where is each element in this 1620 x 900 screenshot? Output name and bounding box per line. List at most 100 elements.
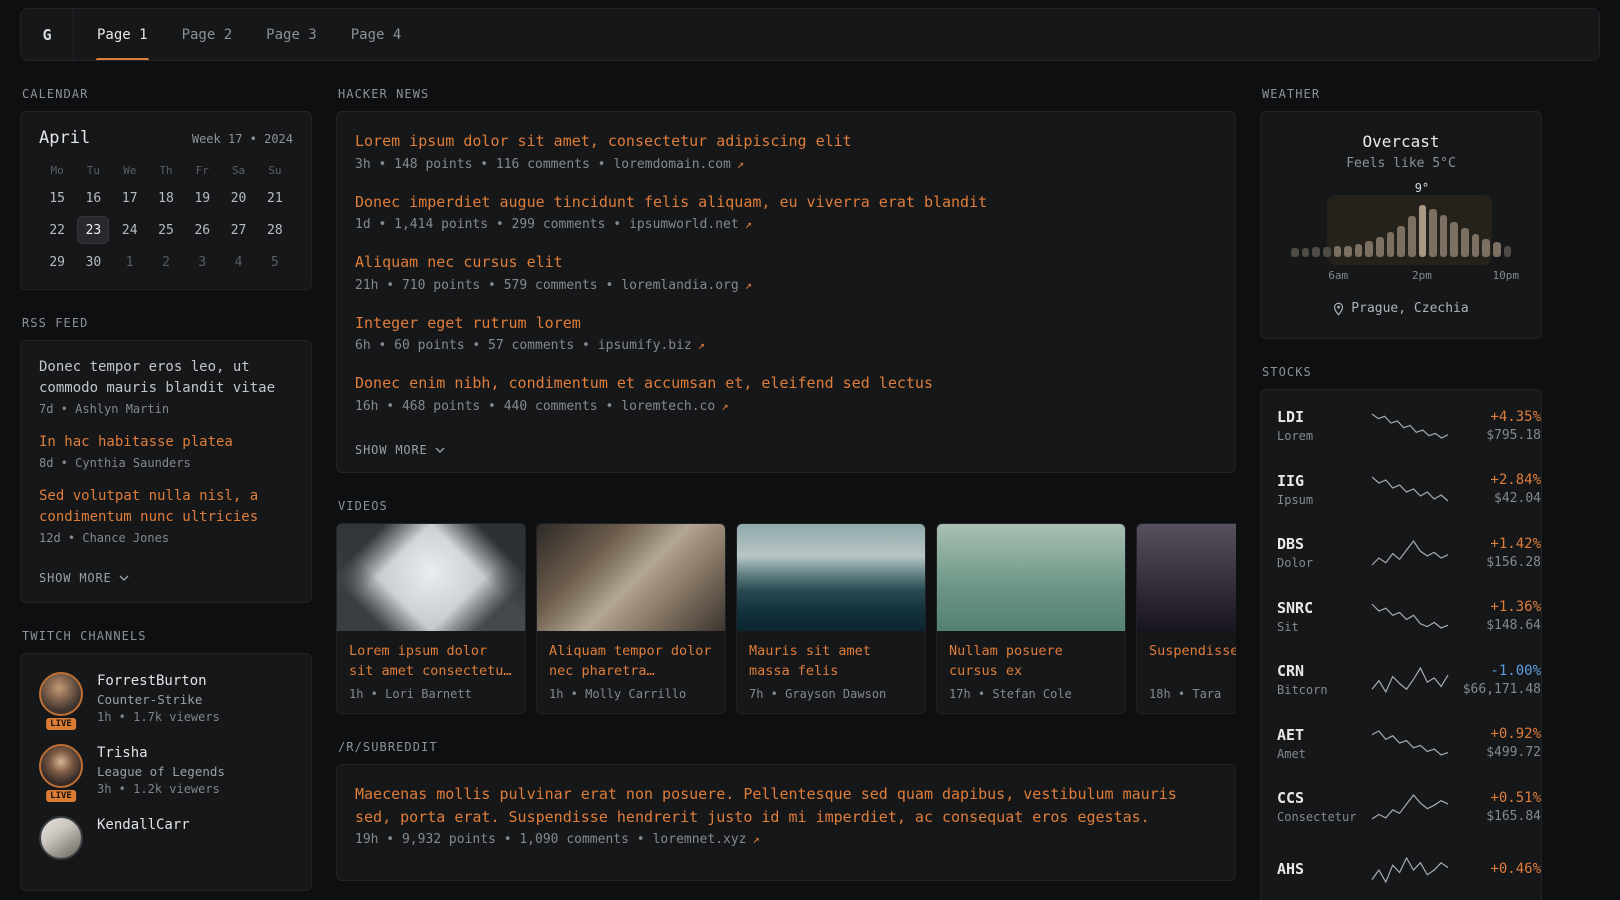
twitch-channel[interactable]: LIVEForrestBurtonCounter-Strike1h • 1.7k… — [39, 672, 293, 724]
video-card[interactable]: Suspendisse diam18h • Tara — [1136, 523, 1236, 715]
news-item-meta-text: 3h • 148 points • 116 comments • — [355, 157, 605, 172]
rss-item-title: Sed volutpat nulla nisl, a condimentum n… — [39, 486, 293, 528]
video-card[interactable]: Nullam posuere cursus ex17h • Stefan Col… — [936, 523, 1126, 715]
weather-bar — [1387, 232, 1395, 257]
source-link[interactable]: loremdomain.com — [613, 157, 730, 172]
weather-card: Overcast Feels like 5°C 9° 6am2pm10pm Pr… — [1260, 111, 1542, 339]
app-logo[interactable]: G — [21, 9, 74, 60]
calendar-header: April Week 17 • 2024 — [39, 128, 293, 148]
stocks-widget: STOCKS LDILorem+4.35%$795.18IIGIpsum+2.8… — [1260, 365, 1542, 900]
calendar-day: 28 — [260, 217, 290, 243]
news-item[interactable]: Aliquam nec cursus elit 21h • 710 points … — [355, 251, 1217, 293]
stock-ticker: AHS — [1277, 860, 1371, 878]
stock-row[interactable]: AETAmet+0.92%$499.72 — [1277, 712, 1525, 776]
source-link[interactable]: loremlandia.org — [621, 278, 738, 293]
weather-bar — [1440, 215, 1448, 257]
stock-price: $42.04 — [1449, 491, 1541, 506]
stock-sparkline — [1371, 539, 1449, 567]
news-item[interactable]: Lorem ipsum dolor sit amet, consectetur … — [355, 130, 1217, 172]
calendar-day: 15 — [42, 185, 72, 211]
weather-bar — [1376, 237, 1384, 257]
stock-change: +1.42% — [1449, 536, 1541, 552]
source-link[interactable]: ipsumworld.net — [629, 217, 739, 232]
stock-row[interactable]: CRNBitcorn-1.00%$66,171.48 — [1277, 648, 1525, 712]
rss-item-meta: 7d • Ashlyn Martin — [39, 402, 293, 416]
calendar-day-selected: 23 — [78, 217, 108, 243]
news-item[interactable]: Integer eget rutrum lorem6h • 60 points … — [355, 312, 1217, 354]
news-item[interactable]: Maecenas mollis pulvinar erat non posuer… — [355, 783, 1217, 847]
rss-item[interactable]: Donec tempor eros leo, ut commodo mauris… — [39, 357, 293, 416]
news-item[interactable]: Donec enim nibh, condimentum et accumsan… — [355, 372, 1217, 414]
rss-item-list: Donec tempor eros leo, ut commodo mauris… — [39, 357, 293, 545]
rss-item-title: In hac habitasse platea — [39, 432, 293, 453]
twitch-channel-category: Counter-Strike — [97, 692, 220, 707]
news-item-title: Aliquam nec cursus elit — [355, 251, 1217, 274]
weather-bar — [1344, 246, 1352, 257]
video-card[interactable]: Lorem ipsum dolor sit amet consectetu…1h… — [336, 523, 526, 715]
calendar-day: 18 — [151, 185, 181, 211]
news-item-title: Lorem ipsum dolor sit amet, consectetur … — [355, 130, 1217, 153]
stock-sparkline-svg — [1371, 666, 1449, 694]
video-thumbnail — [737, 524, 925, 631]
news-item-meta-text: 1d • 1,414 points • 299 comments • — [355, 217, 621, 232]
stock-row[interactable]: SNRCSit+1.36%$148.64 — [1277, 585, 1525, 649]
weather-bar — [1291, 248, 1299, 257]
weather-location: Prague, Czechia — [1279, 301, 1523, 316]
weather-bar — [1450, 222, 1458, 257]
tab-page-2[interactable]: Page 2 — [165, 9, 250, 60]
tab-page-4[interactable]: Page 4 — [334, 9, 419, 60]
stock-ticker: CCS — [1277, 789, 1371, 807]
weather-bar — [1472, 234, 1480, 257]
subreddit-widget-title: /R/SUBREDDIT — [338, 740, 1236, 754]
stock-info: CCSConsectetur — [1277, 789, 1371, 824]
hackernews-card: Lorem ipsum dolor sit amet, consectetur … — [336, 111, 1236, 473]
calendar-day: 26 — [187, 217, 217, 243]
stock-ticker: AET — [1277, 726, 1371, 744]
hackernews-show-more-button[interactable]: SHOW MORE — [355, 443, 445, 457]
stock-row[interactable]: CCSConsectetur+0.51%$165.84 — [1277, 775, 1525, 839]
calendar-month: April — [39, 128, 90, 148]
video-card[interactable]: Mauris sit amet massa felis7h • Grayson … — [736, 523, 926, 715]
weather-time-label: 2pm — [1412, 269, 1432, 282]
subreddit-card: Maecenas mollis pulvinar erat non posuer… — [336, 764, 1236, 881]
twitch-channel-category: League of Legends — [97, 764, 225, 779]
rss-item-meta: 12d • Chance Jones — [39, 531, 293, 545]
stock-row[interactable]: AHS+0.46% — [1277, 839, 1525, 900]
right-column: WEATHER Overcast Feels like 5°C 9° 6am2p… — [1260, 87, 1542, 900]
twitch-channel[interactable]: KendallCarr — [39, 816, 293, 860]
news-item-meta-text: 21h • 710 points • 579 comments • — [355, 278, 613, 293]
calendar-day: 17 — [115, 185, 145, 211]
weather-time-label: 6am — [1328, 269, 1348, 282]
stock-info: SNRCSit — [1277, 599, 1371, 634]
stock-row[interactable]: LDILorem+4.35%$795.18 — [1277, 394, 1525, 458]
source-link[interactable]: ipsumify.biz — [598, 338, 692, 353]
stock-ticker: IIG — [1277, 472, 1371, 490]
video-card[interactable]: Aliquam tempor dolor nec pharetra…1h • M… — [536, 523, 726, 715]
rss-item[interactable]: In hac habitasse platea8d • Cynthia Saun… — [39, 432, 293, 470]
calendar-day: 2 — [151, 249, 181, 275]
tab-page-1[interactable]: Page 1 — [80, 9, 165, 60]
calendar-day: 21 — [260, 185, 290, 211]
news-item-meta-text: 6h • 60 points • 57 comments • — [355, 338, 590, 353]
source-link[interactable]: loremnet.xyz — [653, 832, 747, 847]
news-item[interactable]: Donec imperdiet augue tincidunt felis al… — [355, 191, 1217, 233]
stock-change: +4.35% — [1449, 409, 1541, 425]
video-card-body: Suspendisse diam18h • Tara — [1137, 631, 1236, 713]
calendar-day-header: Sa — [232, 164, 245, 177]
topbar: G Page 1Page 2Page 3Page 4 — [20, 8, 1600, 61]
stock-row[interactable]: IIGIpsum+2.84%$42.04 — [1277, 458, 1525, 522]
rss-show-more-button[interactable]: SHOW MORE — [39, 571, 129, 585]
rss-item[interactable]: Sed volutpat nulla nisl, a condimentum n… — [39, 486, 293, 545]
stock-values: +2.84%$42.04 — [1449, 472, 1541, 506]
stock-row[interactable]: DBSDolor+1.42%$156.28 — [1277, 521, 1525, 585]
stock-change: -1.00% — [1449, 663, 1541, 679]
source-link[interactable]: loremtech.co — [621, 399, 715, 414]
video-meta: 1h • Molly Carrillo — [549, 687, 713, 701]
weather-bar — [1323, 247, 1331, 257]
stock-price: $795.18 — [1449, 428, 1541, 443]
twitch-channel[interactable]: LIVETrishaLeague of Legends3h • 1.2k vie… — [39, 744, 293, 796]
stock-sparkline-svg — [1371, 539, 1449, 567]
stock-name: Ipsum — [1277, 493, 1371, 507]
tab-page-3[interactable]: Page 3 — [249, 9, 334, 60]
twitch-avatar-wrap — [39, 816, 83, 860]
